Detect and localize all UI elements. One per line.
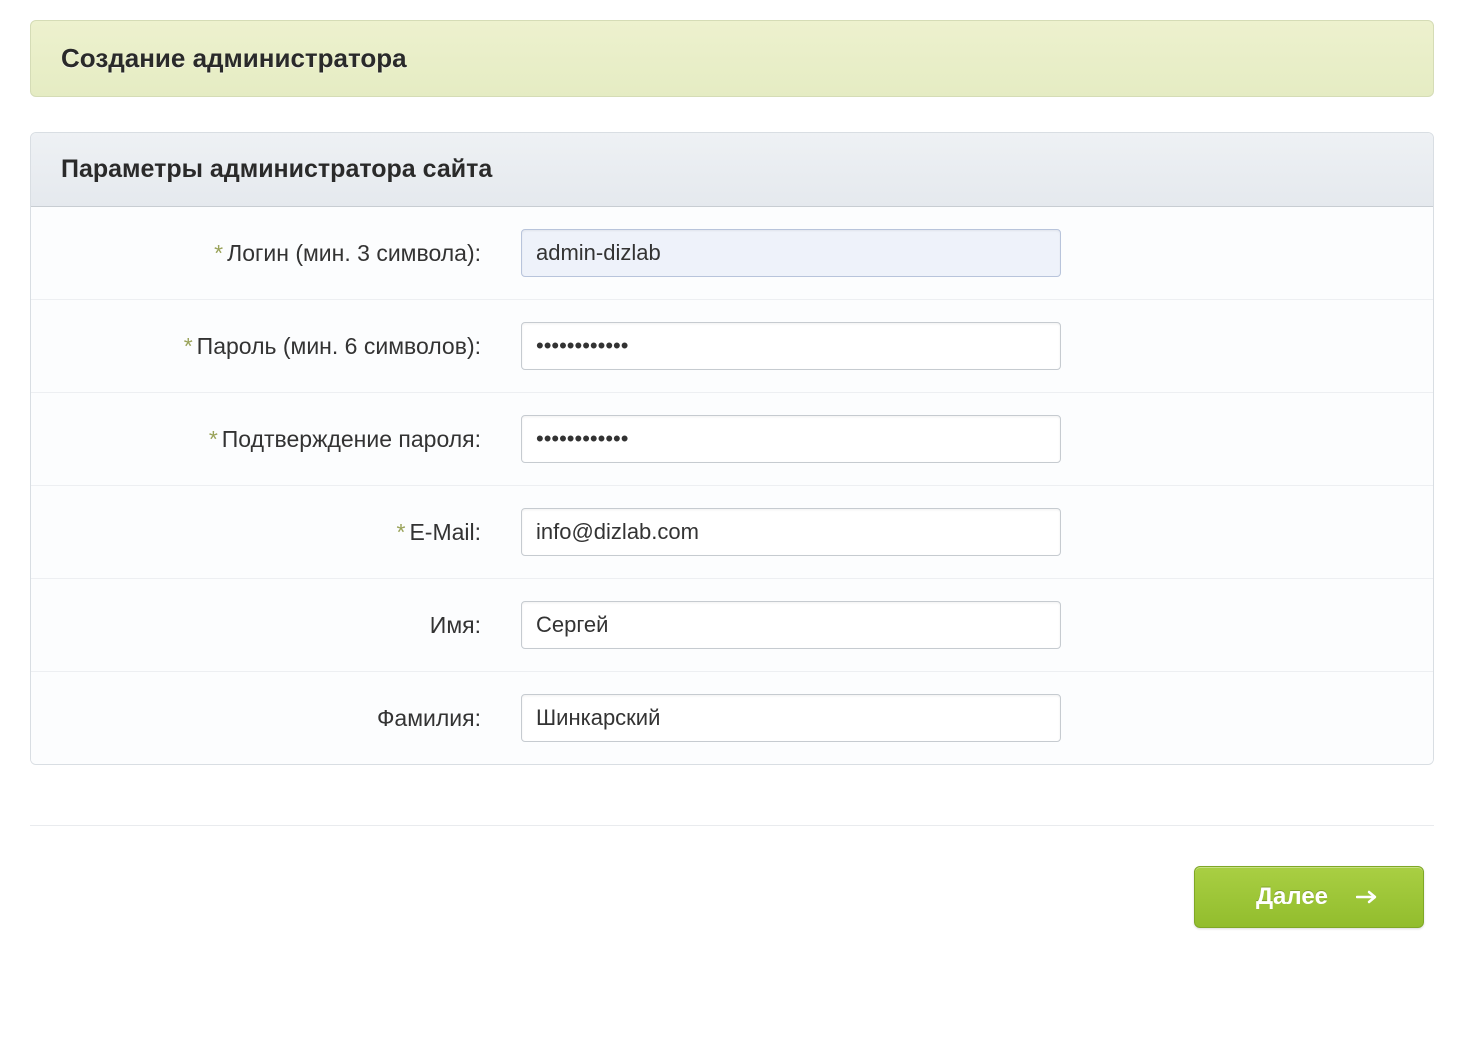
required-marker: * [214,240,223,266]
password-label: *Пароль (мин. 6 символов): [61,333,521,360]
page-header: Создание администратора [30,20,1434,97]
page-title: Создание администратора [61,43,1403,74]
email-label-text: E-Mail: [409,519,481,545]
next-button[interactable]: Далее [1194,866,1424,928]
next-button-label: Далее [1256,883,1328,911]
password-confirm-row: *Подтверждение пароля: [31,393,1433,486]
admin-params-panel: Параметры администратора сайта *Логин (м… [30,132,1434,765]
first-name-label: Имя: [61,612,521,639]
last-name-label-text: Фамилия: [377,705,481,731]
password-confirm-label: *Подтверждение пароля: [61,426,521,453]
password-confirm-input[interactable] [521,415,1061,463]
password-input[interactable] [521,322,1061,370]
login-label: *Логин (мин. 3 символа): [61,240,521,267]
login-input[interactable] [521,229,1061,277]
required-marker: * [396,519,405,545]
password-row: *Пароль (мин. 6 символов): [31,300,1433,393]
actions-bar: Далее [30,866,1434,928]
email-input[interactable] [521,508,1061,556]
first-name-row: Имя: [31,579,1433,672]
last-name-input[interactable] [521,694,1061,742]
login-label-text: Логин (мин. 3 символа): [227,240,481,266]
password-label-text: Пароль (мин. 6 символов): [197,333,481,359]
panel-header: Параметры администратора сайта [31,133,1433,207]
first-name-label-text: Имя: [430,612,481,638]
email-row: *E-Mail: [31,486,1433,579]
first-name-input[interactable] [521,601,1061,649]
arrow-right-icon [1356,890,1378,904]
divider [30,825,1434,826]
required-marker: * [209,426,218,452]
login-row: *Логин (мин. 3 символа): [31,207,1433,300]
last-name-label: Фамилия: [61,705,521,732]
last-name-row: Фамилия: [31,672,1433,764]
required-marker: * [184,333,193,359]
panel-title: Параметры администратора сайта [61,155,1403,184]
password-confirm-label-text: Подтверждение пароля: [222,426,481,452]
email-label: *E-Mail: [61,519,521,546]
